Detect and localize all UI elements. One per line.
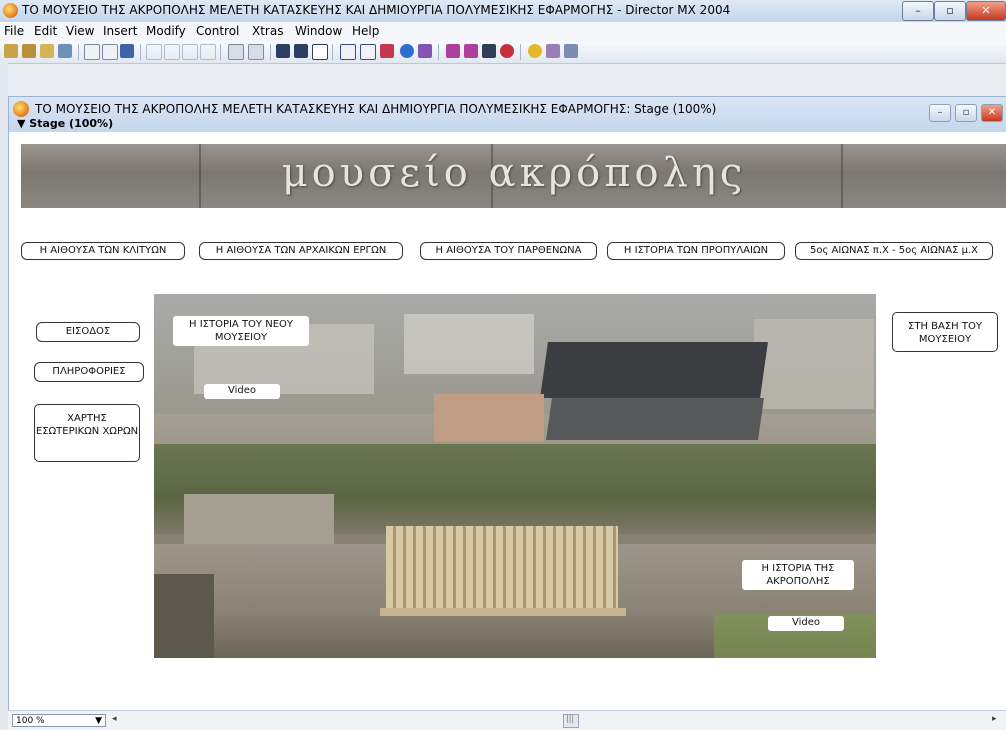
museum-facade	[546, 398, 764, 440]
stage-restore-button[interactable]: ▫	[955, 104, 977, 122]
library-icon[interactable]	[418, 44, 432, 58]
save-all-icon[interactable]	[102, 44, 118, 60]
message-icon[interactable]	[564, 44, 578, 58]
new-movie-icon[interactable]	[4, 44, 18, 58]
menu-bar: File Edit View Insert Modify Control Xtr…	[0, 22, 1006, 41]
video-button-bottom[interactable]: Video	[768, 616, 844, 631]
nav-parthenon-hall[interactable]: Η ΑΙΘΟΥΣΑ ΤΟΥ ΠΑΡΘΕΝΩΝΑ	[420, 242, 597, 260]
buildings-right	[754, 319, 874, 409]
scroll-thumb[interactable]: |||	[563, 714, 579, 728]
entrance-button[interactable]: ΕΙΣΟΔΟΣ	[36, 322, 140, 342]
scroll-right-icon[interactable]: ▸	[992, 714, 997, 724]
museum-banner: μουσείο ακρόπολης	[21, 144, 1006, 208]
toolbar-separator	[520, 44, 521, 60]
new-cast-icon[interactable]	[22, 44, 36, 58]
vector-shape-icon[interactable]	[464, 44, 478, 58]
director-app-icon[interactable]	[3, 3, 18, 18]
menu-modify[interactable]: Modify	[146, 24, 186, 38]
behavior-icon[interactable]	[546, 44, 560, 58]
museum-base-button[interactable]: ΣΤΗ ΒΑΣΗ ΤΟΥ ΜΟΥΣΕΙΟΥ	[892, 312, 998, 352]
stage-window-titlebar: ΤΟ ΜΟΥΣΕΙΟ ΤΗΣ ΑΚΡΟΠΟΛΗΣ ΜΕΛΕΤΗ ΚΑΤΑΣΚΕΥ…	[8, 96, 1006, 133]
stage-panel-label[interactable]: ▼ Stage (100%)	[17, 117, 113, 130]
stage-window-icon	[13, 101, 29, 117]
chevron-down-icon: ▼	[95, 716, 102, 726]
nav-kliton-hall[interactable]: Η ΑΙΘΟΥΣΑ ΤΩΝ ΚΛΙΤΥΩΝ	[21, 242, 185, 260]
nav-propylaea-history[interactable]: Η ΙΣΤΟΡΙΑ ΤΩΝ ΠΡΟΠΥΛΑΙΩΝ	[607, 242, 785, 260]
save-icon[interactable]	[84, 44, 100, 60]
stage-window-title: ΤΟ ΜΟΥΣΕΙΟ ΤΗΣ ΑΚΡΟΠΟΛΗΣ ΜΕΛΕΤΗ ΚΑΤΑΣΚΕΥ…	[35, 102, 717, 116]
window-title: ΤΟ ΜΟΥΣΕΙΟ ΤΗΣ ΑΚΡΟΠΟΛΗΣ ΜΕΛΕΤΗ ΚΑΤΑΣΚΕΥ…	[22, 3, 731, 17]
toolbar-separator	[140, 44, 141, 60]
close-button[interactable]: ✕	[966, 1, 1006, 21]
banner-title: μουσείο ακρόπολης	[281, 150, 747, 196]
color-palettes-icon[interactable]	[500, 44, 514, 58]
nav-centuries[interactable]: 5ος ΑΙΩΝΑΣ π.Χ - 5ος ΑΙΩΝΑΣ μ.Χ	[795, 242, 993, 260]
maximize-button[interactable]: ▫	[934, 1, 966, 21]
open-icon[interactable]	[40, 44, 54, 58]
paint-icon[interactable]	[446, 44, 460, 58]
minimize-button[interactable]: –	[902, 1, 934, 21]
stage-canvas: μουσείο ακρόπολης Η ΑΙΘΟΥΣΑ ΤΩΝ ΚΛΙΤΥΩΝ …	[8, 132, 1006, 710]
info-button[interactable]: ΠΛΗΡΟΦΟΡΙΕΣ	[34, 362, 144, 382]
left-dock-edge	[0, 63, 8, 729]
toolbar-separator	[332, 44, 333, 60]
menu-view[interactable]: View	[66, 24, 94, 38]
import-icon[interactable]	[58, 44, 72, 58]
cut-icon[interactable]	[164, 44, 180, 60]
excavation-area	[184, 494, 334, 544]
stage-scrollbar[interactable]: 100 % ▼ ◂ ||| ▸	[8, 710, 1006, 730]
play-icon[interactable]	[312, 44, 328, 60]
menu-window[interactable]: Window	[295, 24, 342, 38]
title-bar: ΤΟ ΜΟΥΣΕΙΟ ΤΗΣ ΑΚΡΟΠΟΛΗΣ ΜΕΛΕΤΗ ΚΑΤΑΣΚΕΥ…	[0, 0, 1006, 23]
parthenon-base	[380, 608, 626, 616]
toolbar-separator	[270, 44, 271, 60]
museum-roof	[540, 342, 768, 398]
acropolis-history-button[interactable]: Η ΙΣΤΟΡΙΑ ΤΗΣ ΑΚΡΟΠΟΛΗΣ	[742, 560, 854, 590]
rewind-icon[interactable]	[276, 44, 290, 58]
property-inspector-icon[interactable]	[400, 44, 414, 58]
zoom-select[interactable]: 100 % ▼	[12, 714, 106, 727]
menu-edit[interactable]: Edit	[34, 24, 57, 38]
new-museum-history-button[interactable]: Η ΙΣΤΟΡΙΑ ΤΟΥ ΝΕΟΥ ΜΟΥΣΕΙΟΥ	[173, 316, 309, 346]
stage-close-button[interactable]: ✕	[981, 104, 1003, 122]
menu-xtras[interactable]: Xtras	[252, 24, 283, 38]
grid-icon[interactable]	[248, 44, 264, 60]
scroll-left-icon[interactable]: ◂	[112, 714, 117, 724]
cast-window-icon[interactable]	[360, 44, 376, 60]
video-button-top[interactable]: Video	[204, 384, 280, 399]
toolbar-separator	[438, 44, 439, 60]
find-icon[interactable]	[228, 44, 244, 60]
menu-control[interactable]: Control	[196, 24, 239, 38]
buildings-center	[404, 314, 534, 374]
undo-icon[interactable]	[146, 44, 162, 60]
text-icon[interactable]	[482, 44, 496, 58]
copy-icon[interactable]	[182, 44, 198, 60]
stage-minimize-button[interactable]: –	[929, 104, 951, 122]
menu-help[interactable]: Help	[352, 24, 379, 38]
old-buildings	[434, 394, 544, 442]
toolbar-separator	[78, 44, 79, 60]
zoom-value: 100 %	[16, 716, 45, 726]
menu-insert[interactable]: Insert	[103, 24, 137, 38]
parthenon	[386, 526, 618, 612]
script-icon[interactable]	[528, 44, 542, 58]
score-icon[interactable]	[380, 44, 394, 58]
rock-shadow	[154, 574, 214, 658]
toolbar	[0, 41, 1006, 64]
interior-map-button[interactable]: ΧΑΡΤΗΣ ΕΣΩΤΕΡΙΚΩΝ ΧΩΡΩΝ	[34, 404, 140, 462]
toolbar-separator	[220, 44, 221, 60]
menu-file[interactable]: File	[4, 24, 24, 38]
stage-icon[interactable]	[340, 44, 356, 60]
grip-icon: |||	[566, 714, 575, 723]
stop-icon[interactable]	[294, 44, 308, 58]
nav-archaic-hall[interactable]: Η ΑΙΘΟΥΣΑ ΤΩΝ ΑΡΧΑΙΚΩΝ ΕΡΓΩΝ	[199, 242, 403, 260]
publish-icon[interactable]	[120, 44, 134, 58]
paste-icon[interactable]	[200, 44, 216, 60]
acropolis-aerial-photo: Η ΙΣΤΟΡΙΑ ΤΟΥ ΝΕΟΥ ΜΟΥΣΕΙΟΥ Video Η ΙΣΤΟ…	[154, 294, 876, 658]
